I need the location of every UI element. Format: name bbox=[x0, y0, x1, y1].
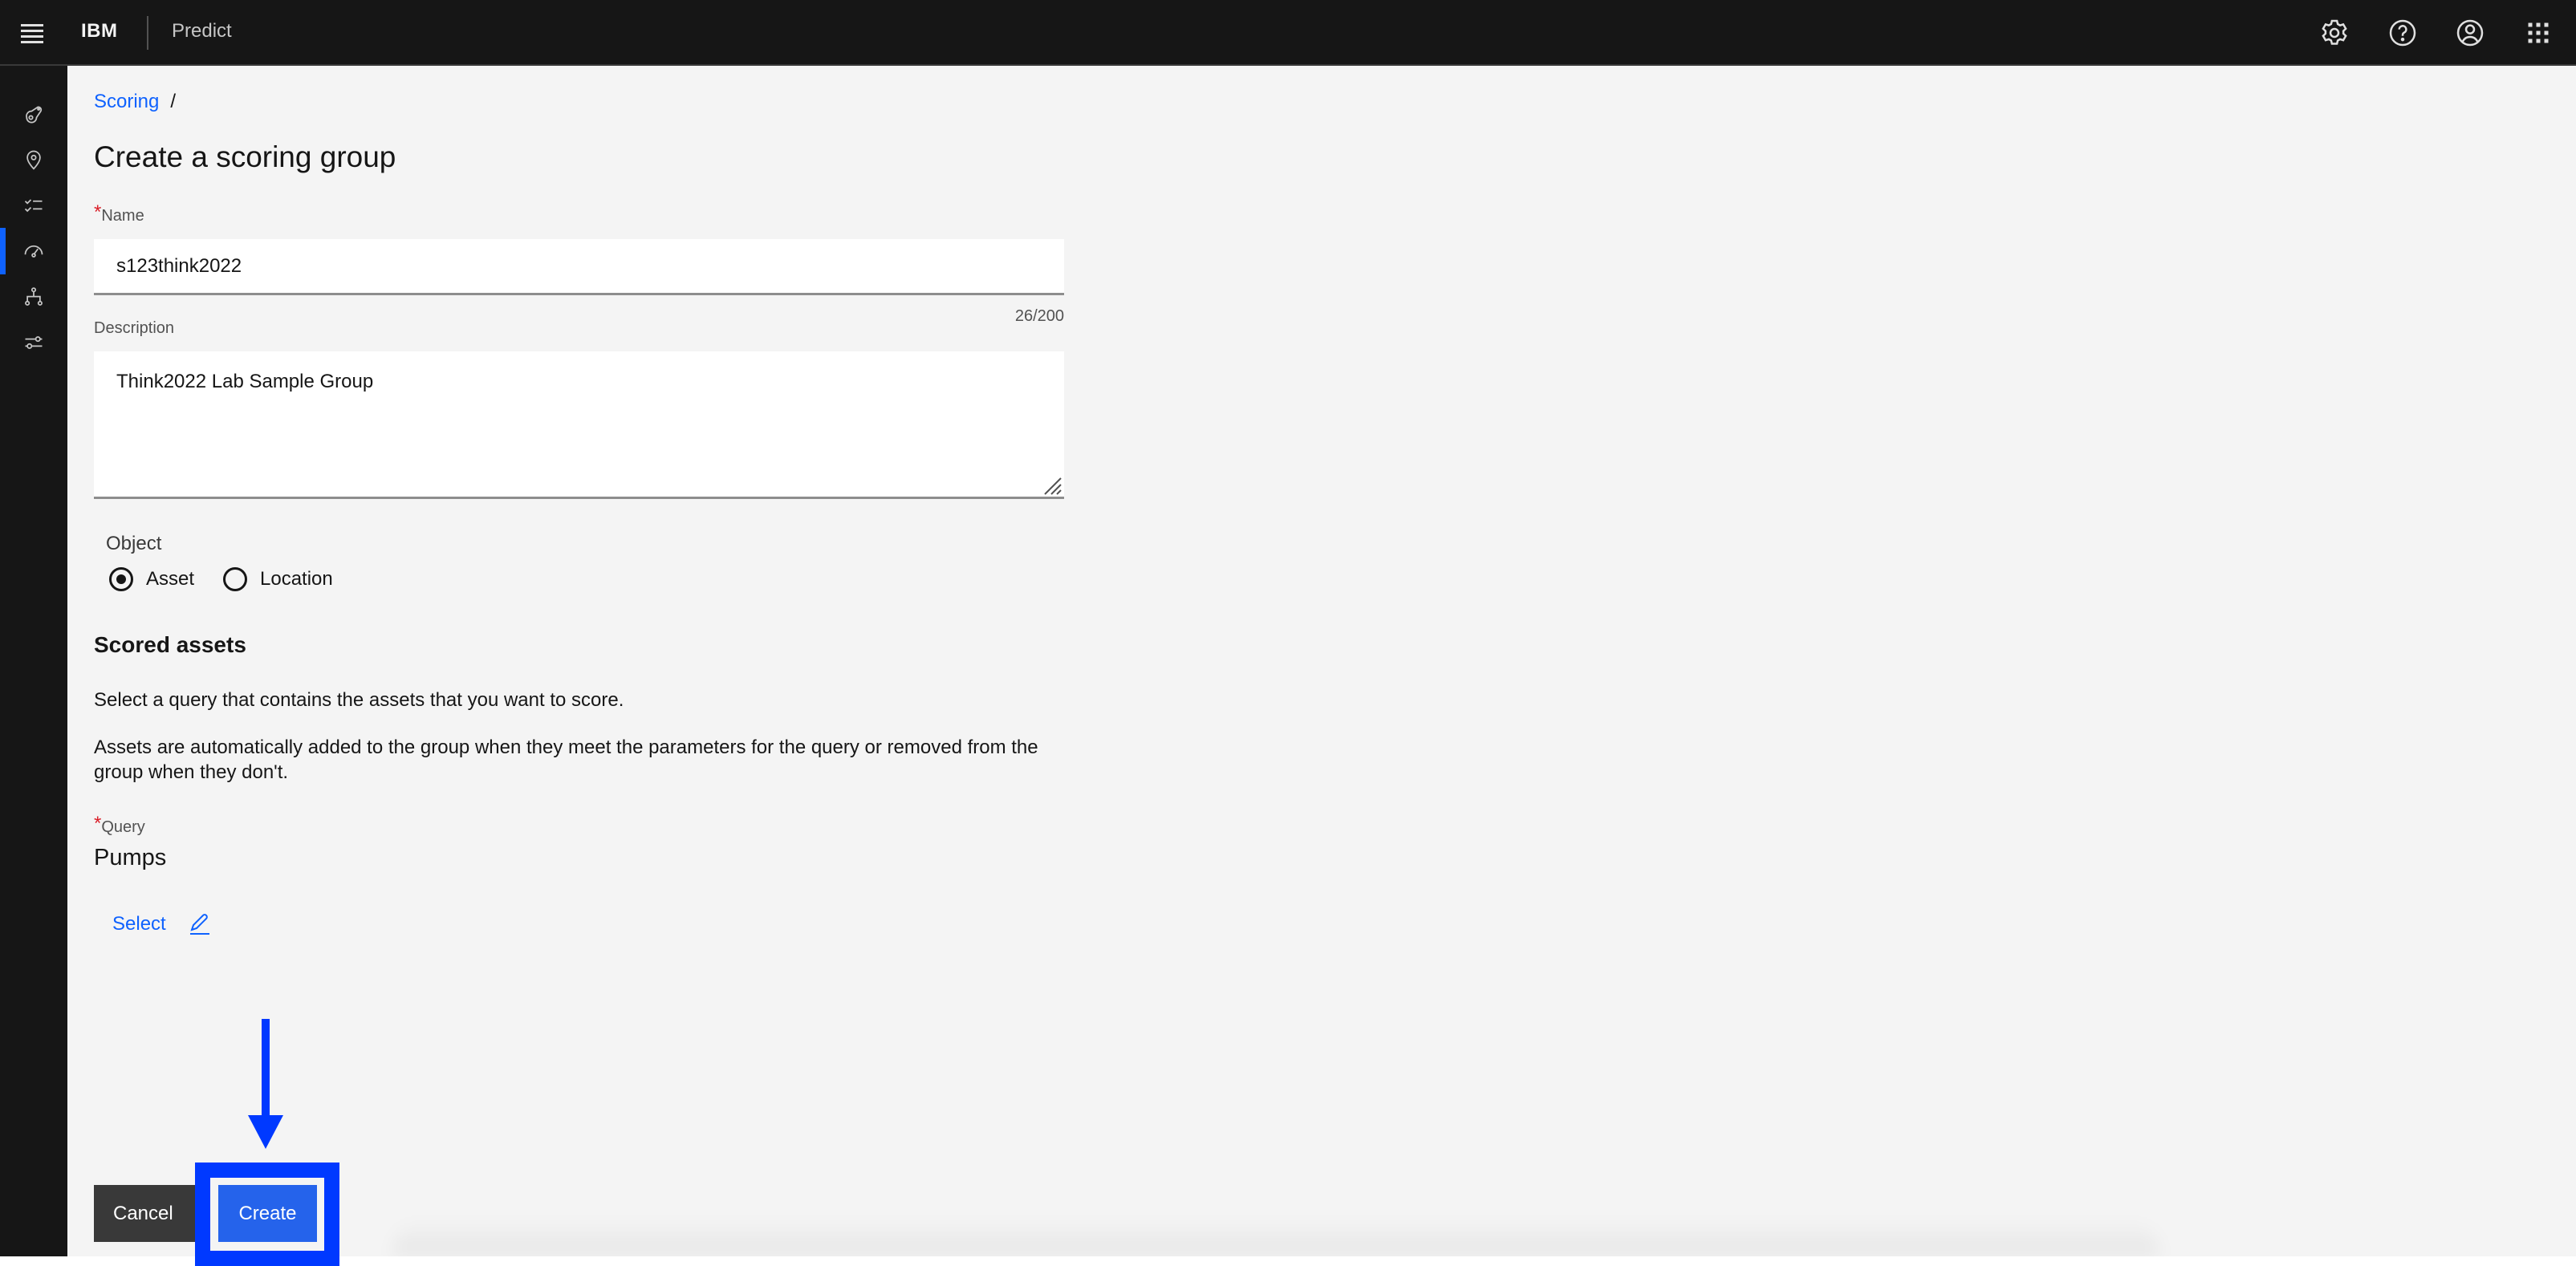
settings-icon[interactable] bbox=[2318, 17, 2350, 49]
scored-assets-heading: Scored assets bbox=[94, 632, 246, 657]
required-marker: * bbox=[94, 201, 102, 223]
description-textarea[interactable]: Think2022 Lab Sample Group bbox=[94, 351, 1064, 499]
name-input[interactable] bbox=[94, 239, 1064, 295]
select-query-link[interactable]: Select bbox=[112, 911, 213, 937]
checklist-icon bbox=[24, 199, 43, 213]
query-label: *Query bbox=[94, 813, 145, 838]
page: IBM Predict Scoring / Create a scoring g… bbox=[0, 0, 2576, 1256]
brand-logo[interactable]: IBM bbox=[81, 20, 118, 43]
breadcrumb-separator: / bbox=[170, 91, 177, 112]
create-button[interactable]: Create bbox=[218, 1185, 317, 1242]
name-label-text: Name bbox=[101, 207, 144, 225]
select-query-label: Select bbox=[112, 913, 166, 935]
object-label: Object bbox=[106, 533, 162, 554]
breadcrumb: Scoring / bbox=[94, 91, 176, 113]
asset-icon bbox=[26, 106, 43, 124]
sliders-icon bbox=[25, 336, 43, 349]
breadcrumb-link-scoring[interactable]: Scoring bbox=[94, 91, 159, 112]
page-title: Create a scoring group bbox=[94, 140, 396, 173]
side-nav bbox=[0, 66, 67, 1256]
bottom-shadow bbox=[393, 1219, 2159, 1256]
sidebar-item-assets[interactable] bbox=[0, 92, 67, 137]
app-switcher-icon[interactable] bbox=[2522, 17, 2554, 49]
location-icon bbox=[26, 150, 41, 170]
query-label-text: Query bbox=[101, 818, 145, 836]
user-icon[interactable] bbox=[2454, 17, 2486, 49]
radio-checked-icon[interactable] bbox=[109, 567, 133, 591]
edit-pencil-icon bbox=[189, 914, 209, 935]
help-icon[interactable] bbox=[2387, 17, 2419, 49]
radio-asset[interactable]: Asset bbox=[109, 566, 194, 593]
scored-assets-help-1: Select a query that contains the assets … bbox=[94, 689, 624, 711]
gauge-icon bbox=[24, 245, 43, 258]
sidebar-item-settings[interactable] bbox=[0, 320, 67, 365]
top-header: IBM Predict bbox=[0, 0, 2576, 66]
sidebar-item-locations[interactable] bbox=[0, 137, 67, 182]
scored-assets-help-2: Assets are automatically added to the gr… bbox=[94, 736, 1038, 783]
sidebar-item-hierarchy[interactable] bbox=[0, 274, 67, 319]
name-label: *Name bbox=[94, 201, 144, 226]
radio-asset-label: Asset bbox=[146, 568, 195, 590]
description-label: Description bbox=[94, 319, 175, 337]
query-value: Pumps bbox=[94, 845, 167, 870]
hierarchy-icon bbox=[25, 287, 43, 306]
cancel-button[interactable]: Cancel bbox=[94, 1185, 197, 1242]
product-name: Predict bbox=[172, 20, 232, 42]
sidebar-item-checklist[interactable] bbox=[0, 183, 67, 228]
name-char-counter: 26/200 bbox=[1014, 307, 1064, 325]
required-marker: * bbox=[94, 813, 102, 834]
sidebar-item-scoring[interactable] bbox=[0, 228, 67, 274]
header-divider bbox=[147, 16, 148, 50]
radio-location[interactable]: Location bbox=[223, 566, 333, 593]
radio-location-label: Location bbox=[260, 568, 333, 590]
menu-icon[interactable] bbox=[18, 21, 47, 45]
resize-handle-icon[interactable] bbox=[1040, 473, 1062, 496]
radio-unchecked-icon[interactable] bbox=[223, 567, 247, 591]
